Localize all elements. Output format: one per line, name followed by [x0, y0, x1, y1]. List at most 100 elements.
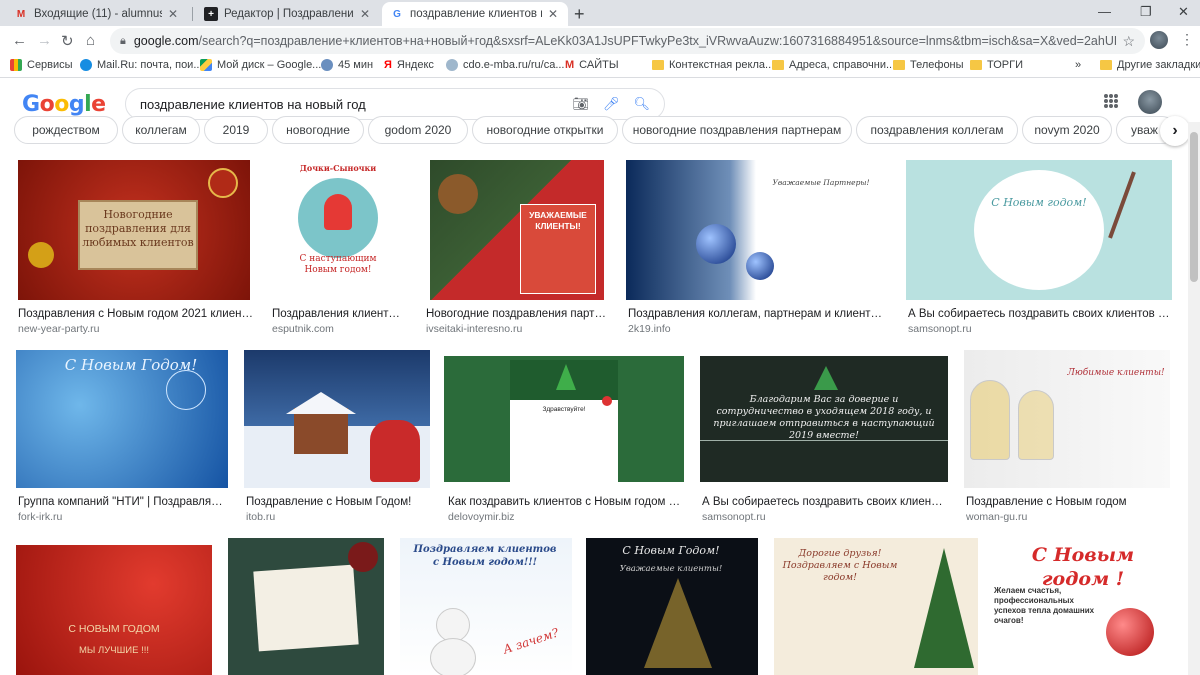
google-apps-icon[interactable]	[1104, 94, 1118, 108]
close-icon[interactable]: ✕	[358, 7, 372, 21]
result-source[interactable]: esputnik.com	[272, 323, 334, 335]
result-title[interactable]: Поздравления с Новым годом 2021 клиентам…	[18, 308, 254, 320]
gmail-icon: M	[565, 59, 575, 71]
close-icon[interactable]: ✕	[546, 7, 560, 21]
reload-icon[interactable]: ↻	[61, 32, 74, 50]
back-arrow-icon[interactable]: ←	[12, 32, 27, 49]
search-icon[interactable]: 🔍︎	[633, 96, 650, 112]
forward-arrow-icon[interactable]: →	[37, 32, 52, 49]
bookmark-mailru[interactable]: Mail.Ru: почта, пои...	[80, 59, 203, 71]
result-title[interactable]: Новогодние поздравления партнёрам...	[426, 308, 610, 320]
result-thumbnail[interactable]: С Новым Годом! Уважаемые клиенты!	[586, 538, 758, 675]
close-window-icon[interactable]: ✕	[1178, 4, 1189, 20]
bookmarks-bar: Сервисы Mail.Ru: почта, пои... Мой диск …	[0, 56, 1200, 78]
home-icon[interactable]: ⌂	[86, 32, 95, 49]
bookmark-folder-addresses[interactable]: Адреса, справочни...	[772, 59, 895, 71]
microphone-icon[interactable]: 🎤︎	[603, 96, 620, 112]
close-icon[interactable]: ✕	[166, 7, 180, 21]
result-source[interactable]: samsonopt.ru	[908, 323, 972, 335]
restore-icon[interactable]: ❐	[1140, 4, 1152, 20]
chip[interactable]: новогодние открытки	[472, 116, 618, 144]
gmail-icon: M	[16, 8, 26, 20]
result-source[interactable]: delovoymir.biz	[448, 511, 515, 523]
chip[interactable]: новогодние	[272, 116, 364, 144]
chip[interactable]: godom 2020	[368, 116, 468, 144]
bookmark-folder-tenders[interactable]: ТОРГИ	[970, 59, 1023, 71]
result-source[interactable]: samsonopt.ru	[702, 511, 766, 523]
mailru-icon	[80, 59, 92, 71]
result-title[interactable]: А Вы собираетесь поздравить своих клиент…	[908, 308, 1170, 320]
folder-icon	[893, 60, 905, 70]
result-thumbnail[interactable]: С Новым Годом!	[16, 350, 228, 488]
tab-strip: M Входящие (11) - alumnus79@gm ✕ + Редак…	[0, 0, 1200, 26]
apps-grid-icon	[10, 59, 22, 71]
result-thumbnail[interactable]: Поздравляем клиентов с Новым годом!!! А …	[400, 538, 572, 675]
bookmark-services[interactable]: Сервисы	[10, 59, 73, 71]
chip[interactable]: поздравления коллегам	[856, 116, 1018, 144]
bookmark-folder-phones[interactable]: Телефоны	[893, 59, 964, 71]
bookmark-sites[interactable]: M САЙТЫ	[565, 59, 619, 71]
new-tab-button[interactable]: +	[574, 4, 585, 25]
result-title[interactable]: А Вы собираетесь поздравить своих клиент…	[702, 496, 946, 508]
google-g-icon: G	[393, 8, 401, 20]
result-source[interactable]: 2k19.info	[628, 323, 671, 335]
result-source[interactable]: new-year-party.ru	[18, 323, 100, 335]
tab-title: поздравление клиентов на нов	[410, 8, 542, 20]
tab-google-search[interactable]: G поздравление клиентов на нов ✕	[382, 2, 568, 26]
result-title[interactable]: Поздравления клиентов с ...	[272, 308, 406, 320]
tab-gmail[interactable]: M Входящие (11) - alumnus79@gm ✕	[6, 2, 188, 26]
result-title[interactable]: Поздравление с Новым годом	[966, 496, 1170, 508]
result-thumbnail[interactable]: Дочки-Сыночки С наступающим Новым годом!	[270, 160, 406, 300]
result-thumbnail[interactable]: Любимые клиенты!	[964, 350, 1170, 488]
result-title[interactable]: Группа компаний "НТИ" | Поздравляем сво.…	[18, 496, 224, 508]
lock-icon: 🔒︎	[120, 34, 126, 47]
result-title[interactable]: Поздравления коллегам, партнерам и клиен…	[628, 308, 888, 320]
timer-icon	[321, 59, 333, 71]
bookmark-cdo[interactable]: cdo.e-mba.ru/ru/ca...	[446, 59, 565, 71]
bookmark-other[interactable]: Другие закладки	[1100, 59, 1200, 71]
result-thumbnail[interactable]: УВАЖАЕМЫЕ КЛИЕНТЫ!	[430, 160, 604, 300]
browser-menu-icon[interactable]: ⋮	[1180, 31, 1194, 48]
tab-title: Редактор | Поздравления клиен	[224, 8, 354, 20]
camera-icon[interactable]: 📷︎	[572, 96, 589, 112]
result-source[interactable]: woman-gu.ru	[966, 511, 1027, 523]
result-thumbnail[interactable]: Благодарим Вас за доверие и сотрудничест…	[700, 356, 948, 482]
editor-plus-icon: +	[204, 7, 218, 21]
result-thumbnail[interactable]: Дорогие друзья! Поздравляем с Новым годо…	[774, 538, 978, 675]
result-thumbnail[interactable]: Новогодние поздравления для любимых клие…	[18, 160, 250, 300]
folder-icon	[1100, 60, 1112, 70]
chip[interactable]: новогодние поздравления партнерам	[622, 116, 852, 144]
result-thumbnail[interactable]	[244, 350, 430, 488]
chip[interactable]: novym 2020	[1022, 116, 1112, 144]
tab-title: Входящие (11) - alumnus79@gm	[34, 8, 162, 20]
account-avatar[interactable]	[1138, 90, 1162, 114]
result-thumbnail[interactable]: С НОВЫМ ГОДОМ МЫ ЛУЧШИЕ !!!	[16, 545, 212, 675]
chevron-right-icon[interactable]: ›	[1160, 116, 1190, 146]
chip[interactable]: 2019	[204, 116, 268, 144]
result-thumbnail[interactable]: С Новым годом!	[906, 160, 1172, 300]
search-input[interactable]: поздравление клиентов на новый год	[140, 97, 558, 112]
chip[interactable]: коллегам	[122, 116, 200, 144]
bookmarks-more-button[interactable]: »	[1075, 59, 1081, 71]
page-scrollbar[interactable]	[1188, 122, 1200, 675]
bookmark-yandex[interactable]: Я Яндекс	[384, 59, 434, 71]
result-thumbnail[interactable]: С Новым годом ! Желаем счастья, професси…	[994, 538, 1172, 675]
profile-avatar[interactable]	[1150, 31, 1168, 49]
bookmark-star-icon[interactable]: ☆	[1122, 33, 1135, 50]
result-source[interactable]: ivseitaki-interesno.ru	[426, 323, 522, 335]
result-source[interactable]: fork-irk.ru	[18, 511, 62, 523]
result-thumbnail[interactable]: Уважаемые Партнеры!	[626, 160, 886, 300]
result-title[interactable]: Поздравление с Новым Годом!	[246, 496, 430, 508]
chip[interactable]: рождеством	[14, 116, 118, 144]
url-path: /search?q=поздравление+клиентов+на+новый…	[198, 34, 1116, 48]
result-thumbnail[interactable]: Здравствуйте!	[444, 356, 684, 482]
result-source[interactable]: itob.ru	[246, 511, 275, 523]
bookmark-google-drive[interactable]: Мой диск – Google...	[200, 59, 321, 71]
tab-editor[interactable]: + Редактор | Поздравления клиен ✕	[196, 2, 380, 26]
result-title[interactable]: Как поздравить клиентов с Новым годом и …	[448, 496, 682, 508]
address-bar[interactable]: 🔒︎ google.com /search?q=поздравление+кли…	[110, 28, 1145, 54]
bookmark-folder-context[interactable]: Контекстная рекла...	[652, 59, 774, 71]
minimize-icon[interactable]: —	[1098, 4, 1111, 19]
result-thumbnail[interactable]	[228, 538, 384, 675]
bookmark-45-min[interactable]: 45 мин	[321, 59, 373, 71]
